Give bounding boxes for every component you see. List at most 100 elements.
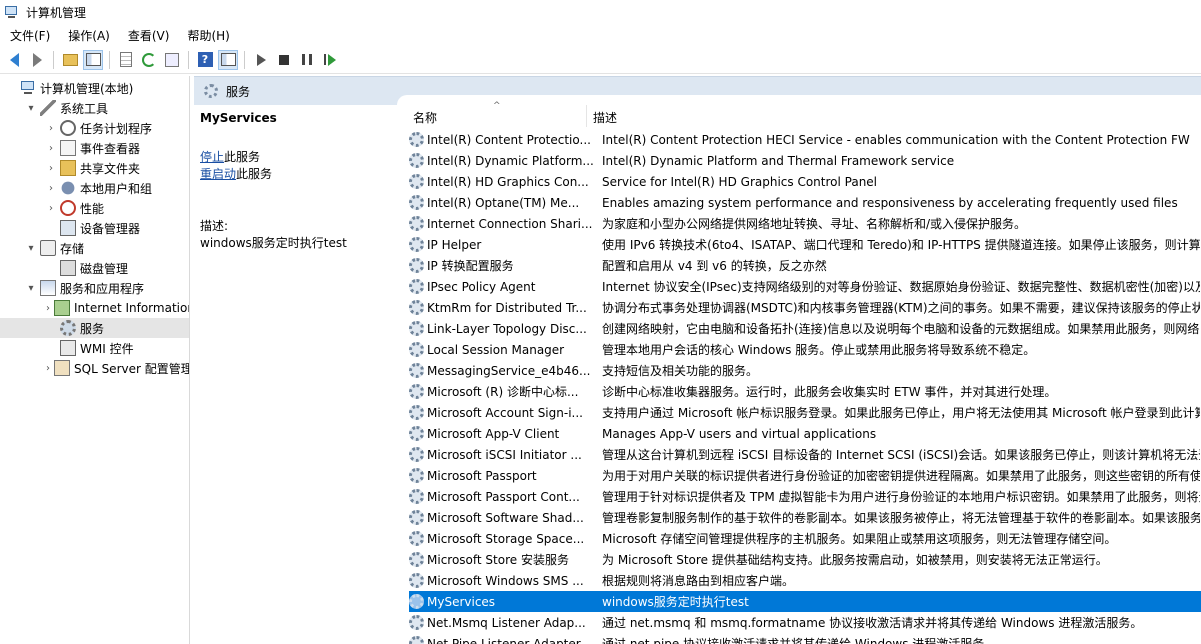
service-description: 为家庭和小型办公网络提供网络地址转换、寻址、名称解析和/或入侵保护服务。 xyxy=(602,217,1027,231)
service-row[interactable]: Microsoft App-V Client Manages App-V user… xyxy=(409,423,1201,444)
service-gear-icon xyxy=(409,426,424,441)
service-gear-icon xyxy=(409,489,424,504)
tree-item[interactable]: › 性能 xyxy=(0,198,189,218)
service-row[interactable]: IPsec Policy Agent Internet 协议安全(IPsec)支持… xyxy=(409,276,1201,297)
stop-service-link[interactable]: 停止 xyxy=(200,150,224,164)
service-row[interactable]: KtmRm for Distributed Tr... 协调分布式事务处理协调器(… xyxy=(409,297,1201,318)
service-row[interactable]: Microsoft iSCSI Initiator ... 管理从这台计算机到远程… xyxy=(409,444,1201,465)
service-row[interactable]: Microsoft (R) 诊断中心标... 诊断中心标准收集器服务。运行时，此服… xyxy=(409,381,1201,402)
tree-item[interactable]: 磁盘管理 xyxy=(0,258,189,278)
service-row[interactable]: Intel(R) HD Graphics Con... Service for I… xyxy=(409,171,1201,192)
tree-item-label: 服务 xyxy=(80,321,105,336)
service-name: MyServices xyxy=(427,594,496,609)
tree-item[interactable]: › 本地用户和组 xyxy=(0,178,189,198)
tree-item[interactable]: ▾ 系统工具 xyxy=(0,98,189,118)
column-header-description[interactable]: 描述 xyxy=(593,109,617,126)
title-bar: 计算机管理 xyxy=(0,0,1201,24)
service-name: IPsec Policy Agent xyxy=(427,279,536,294)
export-list-button[interactable] xyxy=(162,50,182,70)
service-row[interactable]: Net.Msmq Listener Adap... 通过 net.msmq 和 m… xyxy=(409,612,1201,633)
tree-item-label: SQL Server 配置管理器 xyxy=(74,361,189,376)
service-row[interactable]: Intel(R) Dynamic Platform... Intel(R) Dyn… xyxy=(409,150,1201,171)
tree-item-label: 任务计划程序 xyxy=(80,121,153,136)
service-gear-icon xyxy=(409,321,424,336)
expand-chevron-icon[interactable]: › xyxy=(46,163,56,174)
refresh-button[interactable] xyxy=(139,50,159,70)
expand-chevron-icon xyxy=(46,343,56,353)
menu-help[interactable]: 帮助(H) xyxy=(181,27,235,44)
tree-item[interactable]: › 事件查看器 xyxy=(0,138,189,158)
expand-chevron-icon[interactable]: › xyxy=(46,363,50,374)
tree-item[interactable]: 计算机管理(本地) xyxy=(0,78,189,98)
service-row[interactable]: MessagingService_e4b46... 支持短信及相关功能的服务。 xyxy=(409,360,1201,381)
properties-icon xyxy=(120,52,132,67)
service-row[interactable]: Microsoft Passport Cont... 管理用于针对标识提供者及 T… xyxy=(409,486,1201,507)
service-row[interactable]: Intel(R) Optane(TM) Me... Enables amazing… xyxy=(409,192,1201,213)
restart-icon xyxy=(324,53,336,66)
service-row[interactable]: Microsoft Passport 为用于对用户关联的标识提供者进行身份验证的加… xyxy=(409,465,1201,486)
collapse-chevron-icon[interactable]: ▾ xyxy=(26,243,36,254)
tree-item[interactable]: › SQL Server 配置管理器 xyxy=(0,358,189,378)
expand-chevron-icon[interactable]: › xyxy=(46,123,56,134)
expand-chevron-icon[interactable]: › xyxy=(46,203,56,214)
service-row[interactable]: Intel(R) Content Protectio... Intel(R) Co… xyxy=(409,129,1201,150)
service-name: Microsoft Windows SMS ... xyxy=(427,573,584,588)
pause-service-button[interactable] xyxy=(297,50,317,70)
tree-item[interactable]: 设备管理器 xyxy=(0,218,189,238)
tree-item-label: 计算机管理(本地) xyxy=(40,81,134,96)
tree-item[interactable]: › 共享文件夹 xyxy=(0,158,189,178)
start-service-button[interactable] xyxy=(251,50,271,70)
service-row[interactable]: Internet Connection Shari... 为家庭和小型办公网络提供… xyxy=(409,213,1201,234)
event-viewer-icon xyxy=(60,140,76,156)
show-hide-console-tree-button[interactable] xyxy=(83,49,103,70)
column-divider[interactable] xyxy=(586,105,587,127)
folder-up-icon xyxy=(62,53,78,66)
expand-chevron-icon[interactable]: › xyxy=(46,143,56,154)
restart-service-link[interactable]: 重启动 xyxy=(200,167,236,181)
column-header-name[interactable]: 名称 xyxy=(413,109,437,126)
users-icon xyxy=(61,181,75,195)
back-arrow-icon xyxy=(9,52,19,67)
stop-service-button[interactable] xyxy=(274,50,294,70)
back-button[interactable] xyxy=(4,50,24,70)
play-icon xyxy=(256,53,266,66)
service-row[interactable]: Microsoft Storage Space... Microsoft 存储空间… xyxy=(409,528,1201,549)
service-row[interactable]: Microsoft Store 安装服务 为 Microsoft Store 提供… xyxy=(409,549,1201,570)
service-row[interactable]: Microsoft Windows SMS ... 根据规则将消息路由到相应客户端… xyxy=(409,570,1201,591)
tree-item[interactable]: › Internet Information Services xyxy=(0,298,189,318)
service-name: Microsoft Software Shad... xyxy=(427,510,584,525)
forward-button[interactable] xyxy=(27,50,47,70)
service-row[interactable]: Microsoft Software Shad... 管理卷影复制服务制作的基于软… xyxy=(409,507,1201,528)
service-row[interactable]: Local Session Manager 管理本地用户会话的核心 Windows… xyxy=(409,339,1201,360)
tree-item[interactable]: 服务 xyxy=(0,318,189,338)
restart-service-button[interactable] xyxy=(320,50,340,70)
menu-view[interactable]: 查看(V) xyxy=(122,27,176,44)
show-hide-action-pane-button[interactable] xyxy=(218,49,238,70)
service-name: Intel(R) Dynamic Platform... xyxy=(427,153,594,168)
service-description: 使用 IPv6 转换技术(6to4、ISATAP、端口代理和 Teredo)和 … xyxy=(602,238,1200,252)
restart-service-row: 重启动此服务 xyxy=(200,165,272,182)
tree-item[interactable]: › 任务计划程序 xyxy=(0,118,189,138)
service-row[interactable]: Link-Layer Topology Disc... 创建网络映射，它由电脑和设… xyxy=(409,318,1201,339)
up-level-button[interactable] xyxy=(60,50,80,70)
export-icon xyxy=(165,52,179,67)
service-row[interactable]: Microsoft Account Sign-i... 支持用户通过 Micros… xyxy=(409,402,1201,423)
menu-action[interactable]: 操作(A) xyxy=(62,27,116,44)
tree-item[interactable]: ▾ 服务和应用程序 xyxy=(0,278,189,298)
service-row[interactable]: IP Helper 使用 IPv6 转换技术(6to4、ISATAP、端口代理和 … xyxy=(409,234,1201,255)
service-row[interactable]: IP 转换配置服务 配置和启用从 v4 到 v6 的转换，反之亦然 xyxy=(409,255,1201,276)
tree-item[interactable]: ▾ 存储 xyxy=(0,238,189,258)
service-row[interactable]: MyServices windows服务定时执行test xyxy=(409,591,1201,612)
service-gear-icon xyxy=(409,447,424,462)
collapse-chevron-icon[interactable]: ▾ xyxy=(26,283,36,294)
service-row[interactable]: Net.Pipe Listener Adapter 通过 net.pipe 协议接… xyxy=(409,633,1201,644)
tree-item[interactable]: WMI 控件 xyxy=(0,338,189,358)
expand-chevron-icon[interactable]: › xyxy=(46,303,50,314)
help-button[interactable]: ? xyxy=(195,50,215,70)
stop-icon xyxy=(279,54,289,65)
collapse-chevron-icon[interactable]: ▾ xyxy=(26,103,36,114)
expand-chevron-icon[interactable]: › xyxy=(46,183,56,194)
properties-button[interactable] xyxy=(116,50,136,70)
shared-folder-icon xyxy=(60,160,76,176)
menu-file[interactable]: 文件(F) xyxy=(4,27,56,44)
